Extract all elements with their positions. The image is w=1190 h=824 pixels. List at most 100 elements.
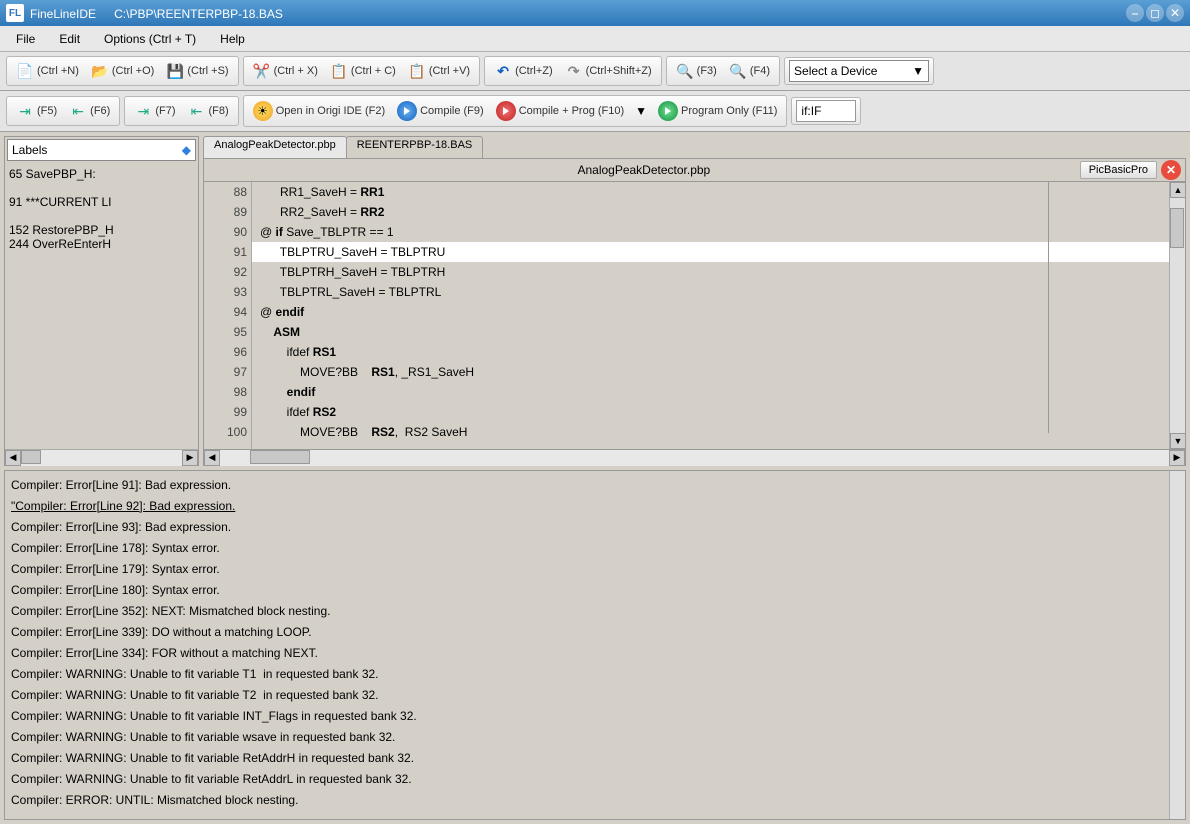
- code-line[interactable]: ifdef RS1: [252, 342, 1169, 362]
- maximize-button[interactable]: ◻: [1146, 4, 1164, 22]
- output-line[interactable]: Compiler: WARNING: Unable to fit variabl…: [11, 664, 1179, 685]
- label-item[interactable]: 91 ***CURRENT LI: [9, 195, 194, 209]
- output-line[interactable]: Compiler: Error[Line 179]: Syntax error.: [11, 559, 1179, 580]
- undo-button[interactable]: ↶(Ctrl+Z): [489, 59, 558, 83]
- output-line[interactable]: Compiler: Error[Line 352]: NEXT: Mismatc…: [11, 601, 1179, 622]
- close-button[interactable]: ✕: [1166, 4, 1184, 22]
- labels-list[interactable]: 65 SavePBP_H: 91 ***CURRENT LI 152 Resto…: [5, 163, 198, 449]
- search-icon: 🔍: [676, 62, 694, 80]
- language-button[interactable]: PicBasicPro: [1080, 161, 1157, 179]
- labels-hscrollbar[interactable]: ◀ ▶: [5, 449, 198, 465]
- dropdown-arrow-icon[interactable]: ▼: [631, 104, 651, 118]
- output-line[interactable]: Compiler: WARNING: Unable to fit variabl…: [11, 769, 1179, 790]
- code-line[interactable]: MOVE?BB RS2, RS2 SaveH: [252, 422, 1169, 442]
- tab-reenterpbp[interactable]: REENTERPBP-18.BAS: [346, 136, 484, 158]
- labels-dropdown[interactable]: Labels ◆: [7, 139, 196, 161]
- scroll-left-icon[interactable]: ◀: [204, 450, 220, 466]
- device-select[interactable]: Select a Device ▼: [789, 60, 929, 82]
- f6-button[interactable]: ⇤(F6): [64, 99, 115, 123]
- undo-icon: ↶: [494, 62, 512, 80]
- output-vscrollbar[interactable]: [1169, 471, 1185, 819]
- new-file-icon: 📄: [16, 62, 34, 80]
- label-item[interactable]: [9, 181, 194, 195]
- label-item[interactable]: 244 OverReEnterH: [9, 237, 194, 251]
- close-document-button[interactable]: ✕: [1161, 160, 1181, 180]
- compile-button[interactable]: Compile (F9): [392, 98, 489, 124]
- scroll-right-icon[interactable]: ▶: [1169, 450, 1185, 466]
- output-line[interactable]: Compiler: WARNING: Unable to fit variabl…: [11, 748, 1179, 769]
- code-line[interactable]: TBLPTRL_SaveH = TBLPTRL: [252, 282, 1169, 302]
- play-green-icon: [658, 101, 678, 121]
- window-buttons: ⎯ ◻ ✕: [1126, 4, 1184, 22]
- code-area[interactable]: RR1_SaveH = RR1 RR2_SaveH = RR2@ if Save…: [252, 182, 1169, 449]
- code-line[interactable]: endif: [252, 382, 1169, 402]
- code-line[interactable]: @ endif: [252, 302, 1169, 322]
- find-next-button[interactable]: 🔍(F4): [724, 59, 775, 83]
- f5-button[interactable]: ⇥(F5): [11, 99, 62, 123]
- scroll-down-icon[interactable]: ▼: [1170, 433, 1186, 449]
- output-line[interactable]: "Compiler: Error[Line 92]: Bad expressio…: [11, 496, 1179, 517]
- tab-analogpeak[interactable]: AnalogPeakDetector.pbp: [203, 136, 347, 158]
- redo-button[interactable]: ↷(Ctrl+Shift+Z): [560, 59, 657, 83]
- indent-block-icon: ⇥: [134, 102, 152, 120]
- output-line[interactable]: Compiler: Error[Line 178]: Syntax error.: [11, 538, 1179, 559]
- code-line[interactable]: TBLPTRU_SaveH = TBLPTRU: [252, 242, 1169, 262]
- menu-help[interactable]: Help: [210, 29, 255, 49]
- f8-button[interactable]: ⇤(F8): [183, 99, 234, 123]
- output-line[interactable]: Compiler: Error[Line 93]: Bad expression…: [11, 517, 1179, 538]
- code-line[interactable]: ifdef RS2: [252, 402, 1169, 422]
- open-button[interactable]: 📂(Ctrl +O): [86, 59, 159, 83]
- output-line[interactable]: Compiler: Error[Line 334]: FOR without a…: [11, 643, 1179, 664]
- output-line[interactable]: Compiler: Error[Line 339]: DO without a …: [11, 622, 1179, 643]
- output-line[interactable]: Compiler: Error[Line 180]: Syntax error.: [11, 580, 1179, 601]
- menu-options[interactable]: Options (Ctrl + T): [94, 29, 206, 49]
- editor-hscrollbar[interactable]: ◀ ▶: [203, 450, 1186, 466]
- find-button[interactable]: 🔍(F3): [671, 59, 722, 83]
- if-input[interactable]: [796, 100, 856, 122]
- code-line[interactable]: RR1_SaveH = RR1: [252, 182, 1169, 202]
- label-item[interactable]: 152 RestorePBP_H: [9, 223, 194, 237]
- app-icon: FL: [6, 4, 24, 22]
- code-line[interactable]: TBLPTRH_SaveH = TBLPTRH: [252, 262, 1169, 282]
- editor-vscrollbar[interactable]: ▲ ▼: [1169, 182, 1185, 449]
- output-line[interactable]: Compiler: WARNING: Unable to fit variabl…: [11, 706, 1179, 727]
- compiler-output[interactable]: Compiler: Error[Line 91]: Bad expression…: [4, 470, 1186, 820]
- menu-file[interactable]: File: [6, 29, 45, 49]
- code-line[interactable]: ASM: [252, 322, 1169, 342]
- paste-button[interactable]: 📋(Ctrl +V): [403, 59, 475, 83]
- sun-icon: ☀: [253, 101, 273, 121]
- scroll-right-icon[interactable]: ▶: [182, 450, 198, 466]
- paste-icon: 📋: [408, 62, 426, 80]
- scroll-up-icon[interactable]: ▲: [1170, 182, 1186, 198]
- program-only-button[interactable]: Program Only (F11): [653, 98, 782, 124]
- code-line[interactable]: @ if Save_TBLPTR == 1: [252, 222, 1169, 242]
- save-button[interactable]: 💾(Ctrl +S): [161, 59, 233, 83]
- indent-icon: ⇥: [16, 102, 34, 120]
- open-origi-button[interactable]: ☀Open in Origi IDE (F2): [248, 98, 390, 124]
- code-line[interactable]: RR2_SaveH = RR2: [252, 202, 1169, 222]
- window-title: FineLineIDE C:\PBP\REENTERPBP-18.BAS: [30, 6, 1126, 21]
- output-line[interactable]: Compiler: WARNING: Unable to fit variabl…: [11, 727, 1179, 748]
- scroll-left-icon[interactable]: ◀: [5, 450, 21, 466]
- output-line[interactable]: Compiler: Error[Line 91]: Bad expression…: [11, 475, 1179, 496]
- label-item[interactable]: [9, 209, 194, 223]
- cut-button[interactable]: ✂️(Ctrl + X): [248, 59, 323, 83]
- outdent-icon: ⇤: [69, 102, 87, 120]
- toolbar-row-2: ⇥(F5) ⇤(F6) ⇥(F7) ⇤(F8) ☀Open in Origi I…: [0, 91, 1190, 132]
- output-line[interactable]: Compiler: WARNING: Unable to fit variabl…: [11, 685, 1179, 706]
- scissors-icon: ✂️: [253, 62, 271, 80]
- save-icon: 💾: [166, 62, 184, 80]
- copy-button[interactable]: 📋(Ctrl + C): [325, 59, 401, 83]
- menu-edit[interactable]: Edit: [49, 29, 90, 49]
- minimize-button[interactable]: ⎯: [1126, 4, 1144, 22]
- label-item[interactable]: 65 SavePBP_H:: [9, 167, 194, 181]
- play-record-icon: [496, 101, 516, 121]
- new-button[interactable]: 📄(Ctrl +N): [11, 59, 84, 83]
- output-line[interactable]: Compiler: ERROR: UNTIL: Mismatched block…: [11, 790, 1179, 811]
- code-line[interactable]: MOVE?BB RS1, _RS1_SaveH: [252, 362, 1169, 382]
- toolbar-row-1: 📄(Ctrl +N) 📂(Ctrl +O) 💾(Ctrl +S) ✂️(Ctrl…: [0, 52, 1190, 91]
- folder-open-icon: 📂: [91, 62, 109, 80]
- compile-prog-button[interactable]: Compile + Prog (F10): [491, 98, 629, 124]
- diamond-icon: ◆: [182, 143, 191, 157]
- f7-button[interactable]: ⇥(F7): [129, 99, 180, 123]
